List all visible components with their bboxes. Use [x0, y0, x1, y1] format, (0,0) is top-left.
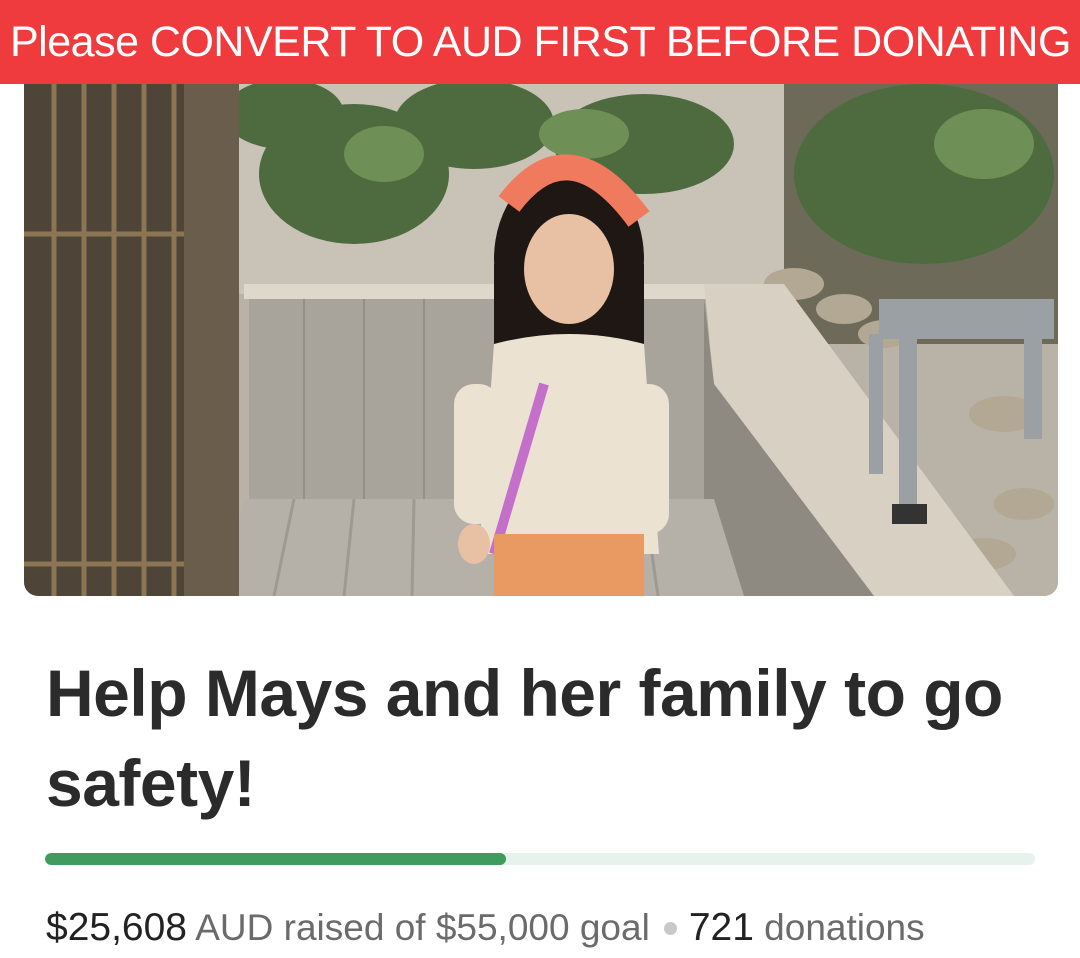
raised-label: AUD raised of $55,000 goal [195, 907, 650, 948]
donations-label: donations [764, 907, 925, 948]
donation-count: 721 [688, 906, 754, 949]
separator-dot [663, 921, 677, 935]
donation-progress-bar [45, 853, 1035, 865]
warning-banner-text: Please CONVERT TO AUD FIRST BEFORE DONAT… [10, 18, 1071, 66]
campaign-title: Help Mays and her family to go safety! [46, 656, 1003, 820]
donation-stats: $25,608 AUD raised of $55,000 goal 721 do… [46, 900, 925, 956]
raised-amount: $25,608 [46, 906, 187, 949]
hero-photo [24, 84, 1058, 596]
campaign-hero-image[interactable] [24, 84, 1058, 596]
fundraiser-page: Please CONVERT TO AUD FIRST BEFORE DONAT… [0, 0, 1080, 958]
donation-progress-fill [45, 853, 506, 865]
warning-banner: Please CONVERT TO AUD FIRST BEFORE DONAT… [0, 0, 1080, 84]
